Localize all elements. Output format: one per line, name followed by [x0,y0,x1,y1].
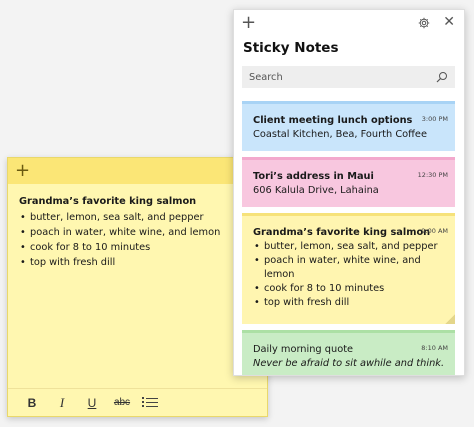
gear-icon[interactable] [418,17,430,29]
note-titlebar[interactable]: + ··· [8,158,267,184]
note-card-title: Tori’s address in Maui [253,171,374,182]
note-card-address[interactable]: 12:30 PM Tori’s address in Maui 606 Kalu… [242,157,455,207]
page-fold-icon [445,314,455,324]
note-card-title: Client meeting lunch options [253,115,413,126]
note-card-text: Coastal Kitchen, Bea, Fourth Coffee [253,129,427,140]
list-item: poach in water, white wine, and lemon [19,225,257,240]
note-timestamp: 8:10 AM [421,344,448,352]
note-timestamp: 3:00 PM [421,115,448,123]
note-card-client-meeting[interactable]: 3:00 PM Client meeting lunch options Coa… [242,101,455,151]
italic-button[interactable]: I [47,391,77,415]
list-item: top with fresh dill [253,296,445,310]
plus-icon[interactable]: + [15,160,30,182]
note-card-list: butter, lemon, sea salt, and pepper poac… [253,240,445,310]
note-card-salmon[interactable]: 9:00 AM Grandma’s favorite king salmon b… [242,213,455,324]
search-input[interactable] [242,71,427,83]
notes-list: 3:00 PM Client meeting lunch options Coa… [242,101,455,375]
underline-button[interactable]: U [77,391,107,415]
note-bullet-list: butter, lemon, sea salt, and pepper poac… [19,210,257,270]
note-timestamp: 12:30 PM [417,171,448,179]
note-card-text: Daily morning quote [253,344,354,355]
strikethrough-button[interactable]: abc [107,391,137,415]
note-card-title: Grandma’s favorite king salmon [253,227,431,238]
list-item: butter, lemon, sea salt, and pepper [253,240,445,254]
notes-list-panel: + ✕ Sticky Notes 3:00 PM Client meeting … [233,9,465,376]
note-editor[interactable]: Grandma’s favorite king salmon butter, l… [8,184,267,270]
search-icon[interactable] [436,71,448,83]
list-item: butter, lemon, sea salt, and pepper [19,210,257,225]
panel-titlebar: + ✕ [234,10,464,36]
plus-icon[interactable]: + [241,12,256,34]
bulleted-list-icon [142,397,158,408]
list-item: cook for 8 to 10 minutes [19,240,257,255]
list-item: top with fresh dill [19,255,257,270]
note-title: Grandma’s favorite king salmon [19,196,197,207]
close-icon[interactable]: ✕ [443,14,455,30]
note-card-text: 606 Kalula Drive, Lahaina [253,185,379,196]
search-box[interactable] [242,66,455,88]
note-timestamp: 9:00 AM [421,227,448,235]
formatting-toolbar: B I U abc [8,388,267,416]
sticky-note-window[interactable]: + ··· Grandma’s favorite king salmon but… [7,157,268,417]
note-card-quote-text: Never be afraid to sit awhile and think. [253,358,445,369]
bullets-button[interactable] [137,391,167,415]
list-item: cook for 8 to 10 minutes [253,282,445,296]
page-title: Sticky Notes [243,40,339,56]
note-card-quote[interactable]: 8:10 AM Daily morning quote Never be afr… [242,330,455,375]
bold-button[interactable]: B [17,391,47,415]
list-item: poach in water, white wine, and lemon [253,254,445,282]
